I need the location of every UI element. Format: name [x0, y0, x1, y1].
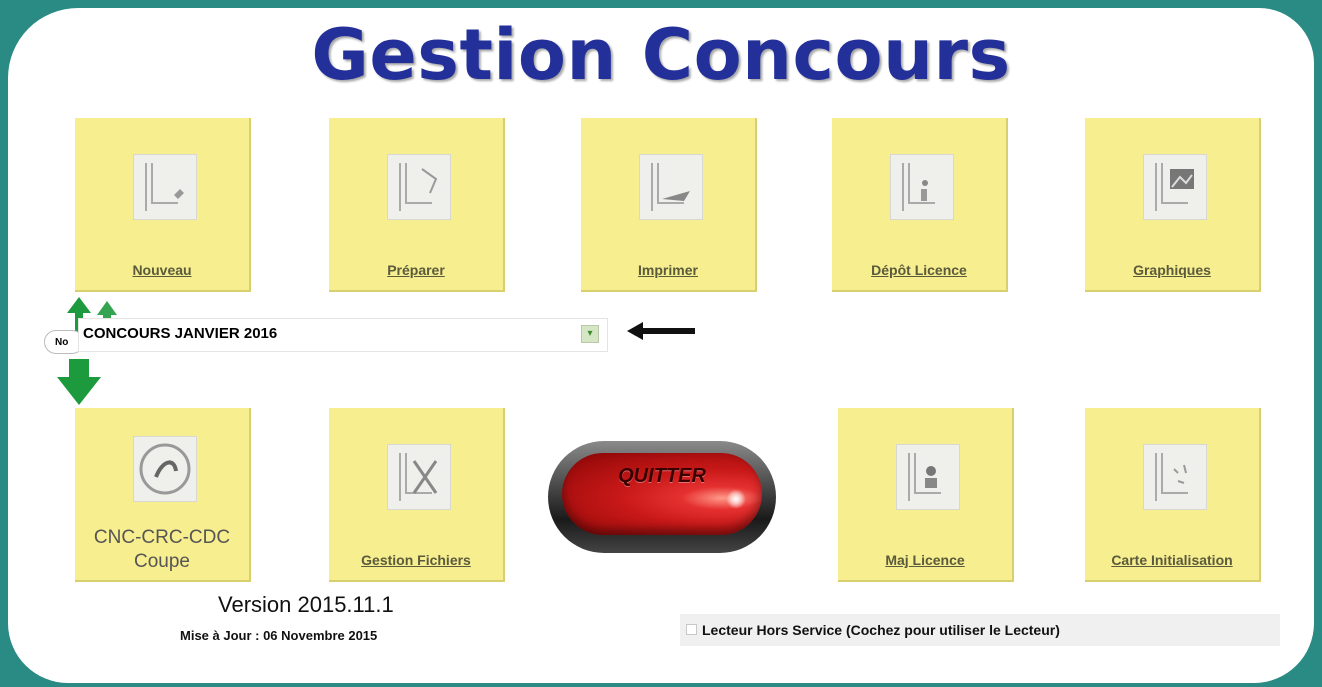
nouveau-icon — [133, 154, 197, 220]
dropdown-icon[interactable]: ▾ — [581, 325, 599, 343]
reader-option: Lecteur Hors Service (Cochez pour utilis… — [680, 614, 1280, 646]
graph-icon — [1143, 154, 1207, 220]
nouveau-label: Nouveau — [132, 262, 192, 278]
depot-licence-tile[interactable]: Dépôt Licence — [832, 118, 1008, 292]
maj-licence-tile[interactable]: Maj Licence — [838, 408, 1014, 582]
glare-icon — [726, 489, 746, 509]
concours-select[interactable]: CONCOURS JANVIER 2016 ▾ — [78, 318, 608, 352]
tools-icon — [387, 444, 451, 510]
graphiques-tile[interactable]: Graphiques — [1085, 118, 1261, 292]
reader-checkbox[interactable] — [686, 624, 697, 635]
preparer-icon — [387, 154, 451, 220]
gestion-fichiers-tile[interactable]: Gestion Fichiers — [329, 408, 505, 582]
imprimer-tile[interactable]: Imprimer — [581, 118, 757, 292]
concours-select-value: CONCOURS JANVIER 2016 — [83, 325, 278, 342]
maj-licence-label: Maj Licence — [885, 552, 965, 568]
pointer-arrow-icon — [627, 322, 695, 340]
gestion-fichiers-label: Gestion Fichiers — [361, 552, 471, 568]
quit-button-label: QUITTER — [618, 465, 706, 487]
update-date-text: Mise à Jour : 06 Novembre 2015 — [180, 628, 378, 643]
card-icon — [1143, 444, 1207, 510]
logo-icon — [133, 436, 197, 502]
preparer-tile[interactable]: Préparer — [329, 118, 505, 292]
preparer-label: Préparer — [387, 262, 445, 278]
printer-icon — [639, 154, 703, 220]
cnc-crc-cdc-coupe-tile[interactable]: CNC-CRC-CDC Coupe — [75, 408, 251, 582]
app-title: Gestion Concours — [311, 14, 1011, 96]
carte-initialisation-tile[interactable]: Carte Initialisation — [1085, 408, 1261, 582]
cnc-crc-cdc-label: CNC-CRC-CDC Coupe — [75, 526, 249, 574]
carte-initialisation-label: Carte Initialisation — [1111, 552, 1233, 568]
cnc-label-line2: Coupe — [134, 551, 190, 572]
nouveau-tile[interactable]: Nouveau — [75, 118, 251, 292]
depot-licence-label: Dépôt Licence — [871, 262, 967, 278]
imprimer-label: Imprimer — [638, 262, 698, 278]
graphiques-label: Graphiques — [1133, 262, 1211, 278]
quit-button[interactable]: QUITTER — [548, 441, 776, 553]
user-icon — [896, 444, 960, 510]
cnc-label-line1: CNC-CRC-CDC — [93, 527, 231, 548]
version-text: Version 2015.11.1 — [218, 592, 394, 617]
reader-label[interactable]: Lecteur Hors Service (Cochez pour utilis… — [702, 622, 1060, 638]
licence-icon — [890, 154, 954, 220]
